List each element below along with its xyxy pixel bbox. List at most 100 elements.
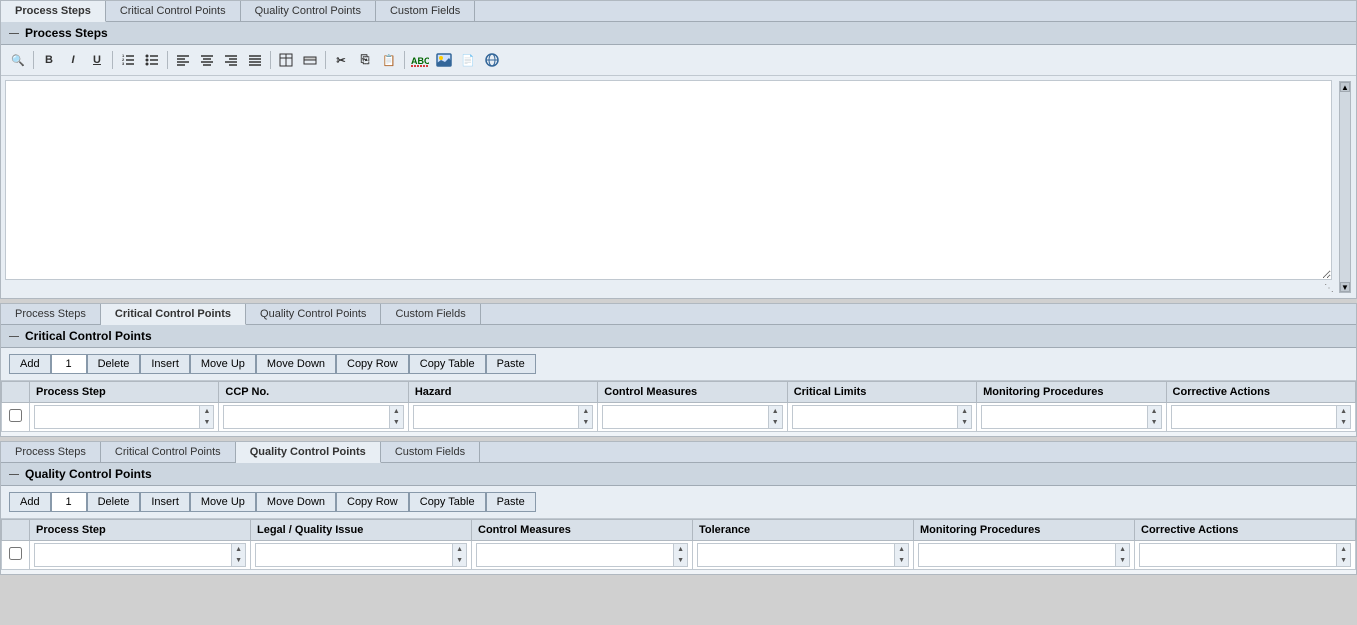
tab-process-steps-3[interactable]: Process Steps: [1, 442, 101, 462]
tab-custom-2[interactable]: Custom Fields: [381, 304, 480, 324]
scrollbar-down[interactable]: ▼: [1340, 282, 1350, 292]
ccp-copy-row-btn[interactable]: Copy Row: [336, 354, 409, 374]
ccp-spinner-down-h-1[interactable]: ▼: [579, 417, 592, 428]
qcp-spinner-down-ca-1[interactable]: ▼: [1337, 555, 1350, 566]
align-left-btn[interactable]: [172, 49, 194, 71]
ccp-input-control-1[interactable]: [603, 409, 767, 425]
tab-custom-1[interactable]: Custom Fields: [376, 1, 475, 21]
process-steps-editor[interactable]: [5, 80, 1332, 280]
ccp-spinner-down-cl-1[interactable]: ▼: [958, 417, 971, 428]
collapse-icon-1[interactable]: —: [9, 28, 19, 39]
qcp-spinner-up-tol-1[interactable]: ▲: [895, 544, 908, 555]
ccp-row-count[interactable]: [51, 354, 87, 374]
ccp-add-btn[interactable]: Add: [9, 354, 51, 374]
ccp-delete-btn[interactable]: Delete: [87, 354, 141, 374]
qcp-spinner-up-mp-1[interactable]: ▲: [1116, 544, 1129, 555]
align-right-btn[interactable]: [220, 49, 242, 71]
ccp-input-corrective-1[interactable]: [1172, 409, 1337, 425]
qcp-row-checkbox-1[interactable]: [9, 547, 22, 560]
ccp-spinner-up-ca-1[interactable]: ▲: [1337, 406, 1350, 417]
qcp-copy-row-btn[interactable]: Copy Row: [336, 492, 409, 512]
qcp-input-legal-1[interactable]: [256, 547, 452, 563]
ccp-spinner-down-cm-1[interactable]: ▼: [769, 417, 782, 428]
tab-process-steps-2[interactable]: Process Steps: [1, 304, 101, 324]
qcp-spinner-down-cm-1[interactable]: ▼: [674, 555, 687, 566]
ccp-spinner-down-ps-1[interactable]: ▼: [200, 417, 213, 428]
qcp-spinner-down-mp-1[interactable]: ▼: [1116, 555, 1129, 566]
sep6: [404, 51, 405, 69]
web-btn[interactable]: [481, 49, 503, 71]
scrollbar-up[interactable]: ▲: [1340, 82, 1350, 92]
paste-btn[interactable]: 📋: [378, 49, 400, 71]
ccp-spinner-up-mp-1[interactable]: ▲: [1148, 406, 1161, 417]
qcp-spinner-down-ps-1[interactable]: ▼: [232, 555, 245, 566]
qcp-spinner-down-lq-1[interactable]: ▼: [453, 555, 466, 566]
image-btn[interactable]: [433, 49, 455, 71]
ccp-spinner-up-ps-1[interactable]: ▲: [200, 406, 213, 417]
editor-wrapper: ▲ ▼ ⋱: [1, 76, 1356, 298]
cut-btn[interactable]: ✂: [330, 49, 352, 71]
qcp-input-monitoring-1[interactable]: [919, 547, 1115, 563]
ccp-spinner-up-h-1[interactable]: ▲: [579, 406, 592, 417]
qcp-input-corrective-1[interactable]: [1140, 547, 1336, 563]
underline-btn[interactable]: U: [86, 49, 108, 71]
tab-qcp-1[interactable]: Quality Control Points: [241, 1, 376, 21]
qcp-col-process-step: Process Step: [30, 520, 251, 541]
ccp-spinner-down-mp-1[interactable]: ▼: [1148, 417, 1161, 428]
ccp-input-ccp-no-1[interactable]: [224, 409, 388, 425]
tab-ccp-3[interactable]: Critical Control Points: [101, 442, 236, 462]
qcp-move-down-btn[interactable]: Move Down: [256, 492, 336, 512]
qcp-spinner-down-tol-1[interactable]: ▼: [895, 555, 908, 566]
ccp-copy-table-btn[interactable]: Copy Table: [409, 354, 486, 374]
qcp-delete-btn[interactable]: Delete: [87, 492, 141, 512]
ccp-spinner-up-cl-1[interactable]: ▲: [958, 406, 971, 417]
qcp-spinner-up-ca-1[interactable]: ▲: [1337, 544, 1350, 555]
collapse-icon-3[interactable]: —: [9, 469, 19, 480]
ccp-row-checkbox-1[interactable]: [9, 409, 22, 422]
copy-btn[interactable]: ⎘: [354, 49, 376, 71]
qcp-move-up-btn[interactable]: Move Up: [190, 492, 256, 512]
table-insert-btn[interactable]: [275, 49, 297, 71]
ccp-move-down-btn[interactable]: Move Down: [256, 354, 336, 374]
tab-qcp-2[interactable]: Quality Control Points: [246, 304, 381, 324]
qcp-add-btn[interactable]: Add: [9, 492, 51, 512]
table-style-btn[interactable]: [299, 49, 321, 71]
unordered-list-btn[interactable]: [141, 49, 163, 71]
qcp-spinner-up-lq-1[interactable]: ▲: [453, 544, 466, 555]
ccp-checkbox-1: [2, 403, 30, 432]
tab-ccp-2[interactable]: Critical Control Points: [101, 304, 246, 325]
collapse-icon-2[interactable]: —: [9, 331, 19, 342]
qcp-input-tolerance-1[interactable]: [698, 547, 894, 563]
ccp-spinner-up-no-1[interactable]: ▲: [390, 406, 403, 417]
align-center-btn[interactable]: [196, 49, 218, 71]
tab-ccp-1[interactable]: Critical Control Points: [106, 1, 241, 21]
ordered-list-btn[interactable]: 123: [117, 49, 139, 71]
qcp-input-process-step-1[interactable]: [35, 547, 231, 563]
italic-btn[interactable]: I: [62, 49, 84, 71]
bold-btn[interactable]: B: [38, 49, 60, 71]
ccp-input-hazard-1[interactable]: [414, 409, 578, 425]
qcp-copy-table-btn[interactable]: Copy Table: [409, 492, 486, 512]
ccp-move-up-btn[interactable]: Move Up: [190, 354, 256, 374]
qcp-insert-btn[interactable]: Insert: [140, 492, 190, 512]
qcp-spinner-up-ps-1[interactable]: ▲: [232, 544, 245, 555]
ccp-input-monitoring-1[interactable]: [982, 409, 1146, 425]
zoom-btn[interactable]: 🔍: [7, 49, 29, 71]
tab-custom-3[interactable]: Custom Fields: [381, 442, 480, 462]
tab-process-steps-1[interactable]: Process Steps: [1, 1, 106, 22]
qcp-row-count[interactable]: [51, 492, 87, 512]
justify-btn[interactable]: [244, 49, 266, 71]
qcp-input-control-1[interactable]: [477, 547, 673, 563]
tab-qcp-3[interactable]: Quality Control Points: [236, 442, 381, 463]
ccp-spinner-up-cm-1[interactable]: ▲: [769, 406, 782, 417]
ccp-spinner-down-ca-1[interactable]: ▼: [1337, 417, 1350, 428]
ccp-input-critical-1[interactable]: [793, 409, 957, 425]
doc-btn[interactable]: 📄: [457, 49, 479, 71]
spellcheck-btn[interactable]: ABC: [409, 49, 431, 71]
ccp-spinner-down-no-1[interactable]: ▼: [390, 417, 403, 428]
qcp-spinner-up-cm-1[interactable]: ▲: [674, 544, 687, 555]
ccp-paste-btn[interactable]: Paste: [486, 354, 536, 374]
ccp-input-process-step-1[interactable]: [35, 409, 199, 425]
ccp-insert-btn[interactable]: Insert: [140, 354, 190, 374]
qcp-paste-btn[interactable]: Paste: [486, 492, 536, 512]
